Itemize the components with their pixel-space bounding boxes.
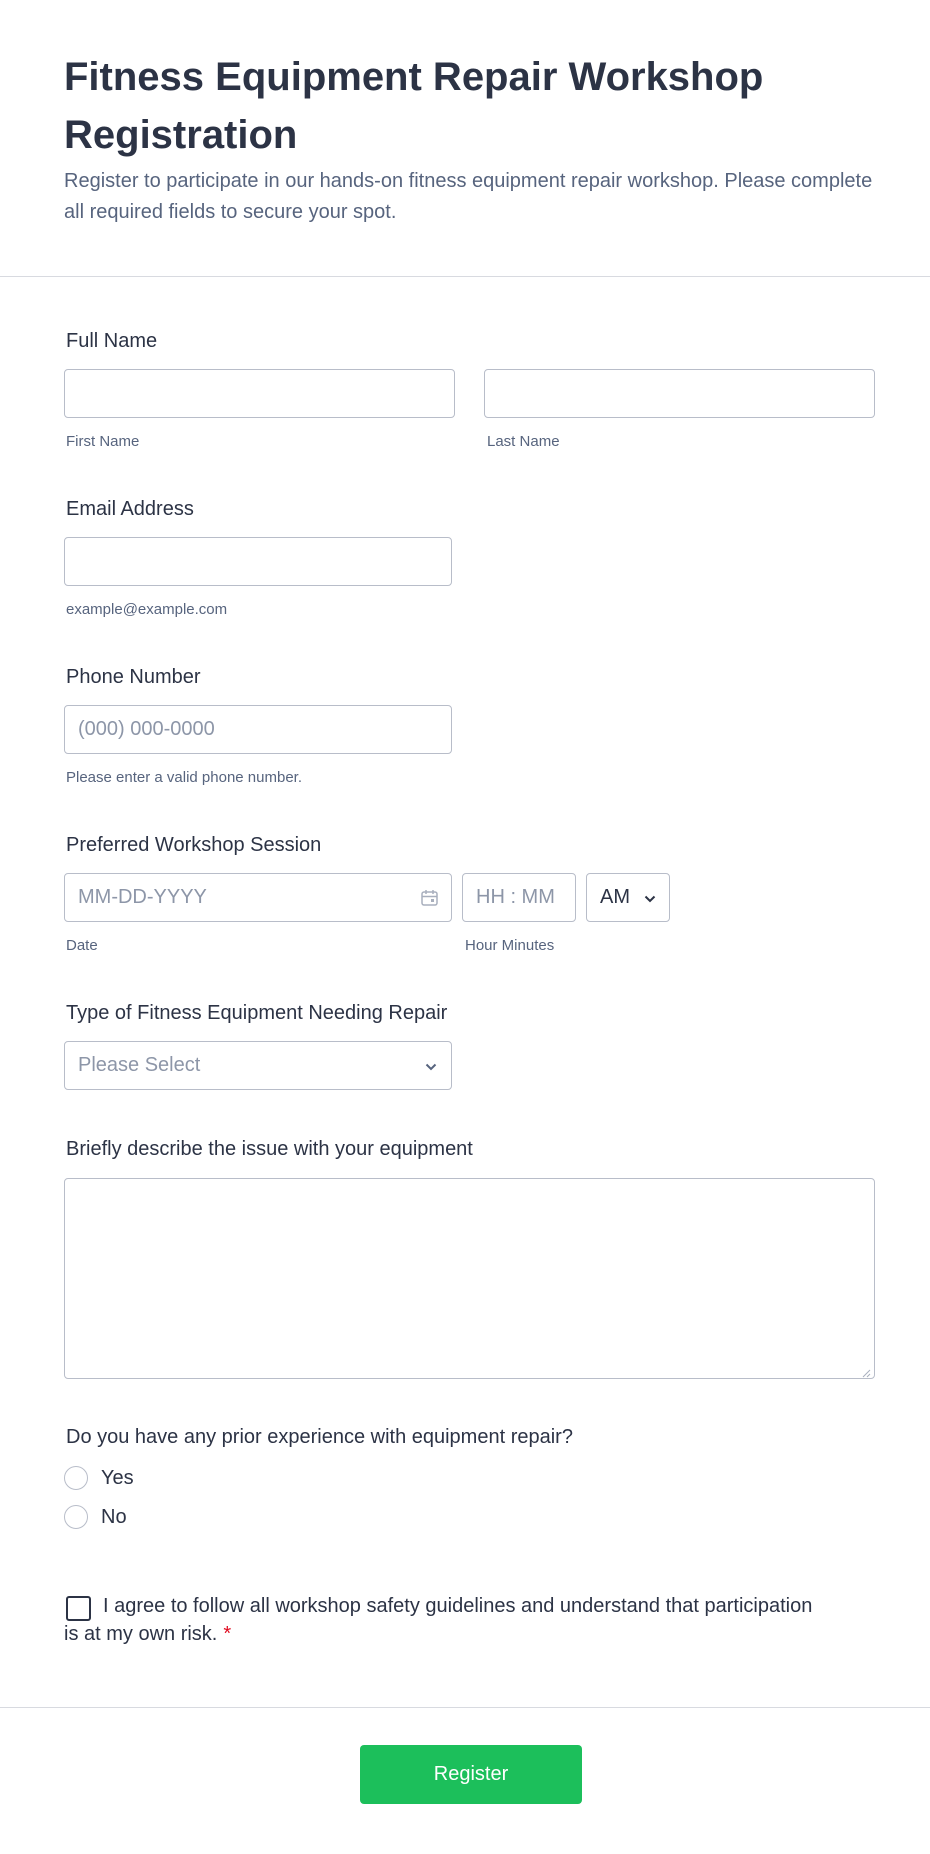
- first-name-sublabel: First Name: [66, 433, 140, 450]
- resize-handle-icon[interactable]: [861, 1365, 871, 1378]
- session-label: Preferred Workshop Session: [66, 834, 322, 856]
- issue-label: Briefly describe the issue with your equ…: [66, 1138, 473, 1160]
- email-sublabel: example@example.com: [66, 601, 228, 618]
- last-name-sublabel: Last Name: [487, 433, 560, 450]
- email-input[interactable]: [64, 537, 452, 586]
- time-placeholder: HH : MM: [476, 886, 555, 908]
- full-name-label: Full Name: [66, 330, 158, 352]
- phone-sublabel: Please enter a valid phone number.: [66, 769, 302, 786]
- calendar-icon[interactable]: [420, 888, 440, 908]
- form-subtitle: Register to participate in our hands-on …: [64, 170, 873, 223]
- required-mark: *: [223, 1623, 232, 1645]
- phone-label: Phone Number: [66, 666, 201, 688]
- last-name-input[interactable]: [484, 369, 875, 418]
- date-input[interactable]: MM-DD-YYYY: [64, 873, 452, 922]
- radio-button[interactable]: [64, 1466, 88, 1490]
- chevron-down-icon: [644, 891, 656, 903]
- form-header: Fitness Equipment Repair Workshop Regist…: [0, 0, 930, 277]
- date-placeholder: MM-DD-YYYY: [78, 886, 207, 908]
- footer-divider: [0, 1707, 930, 1708]
- issue-textarea[interactable]: [64, 1178, 875, 1379]
- equipment-type-select[interactable]: Please Select: [64, 1041, 452, 1090]
- phone-placeholder: (000) 000-0000: [78, 718, 215, 740]
- chevron-down-icon: [425, 1059, 437, 1071]
- date-sublabel: Date: [66, 937, 98, 954]
- phone-input[interactable]: (000) 000-0000: [64, 705, 452, 754]
- email-label: Email Address: [66, 498, 194, 520]
- radio-label: Yes: [101, 1467, 134, 1489]
- agreement-text: I agree to follow all workshop safety gu…: [64, 1592, 824, 1648]
- radio-button[interactable]: [64, 1505, 88, 1529]
- register-button[interactable]: Register: [360, 1745, 582, 1804]
- agreement-label: I agree to follow all workshop safety gu…: [64, 1595, 813, 1645]
- time-input[interactable]: HH : MM: [462, 873, 576, 922]
- time-sublabel: Hour Minutes: [465, 937, 555, 954]
- ampm-value: AM: [600, 886, 630, 908]
- form-title: Fitness Equipment Repair Workshop Regist…: [64, 55, 764, 157]
- ampm-select[interactable]: AM: [586, 873, 670, 922]
- equipment-type-placeholder: Please Select: [78, 1054, 201, 1076]
- first-name-input[interactable]: [64, 369, 455, 418]
- equipment-type-label: Type of Fitness Equipment Needing Repair: [66, 1002, 448, 1024]
- experience-label: Do you have any prior experience with eq…: [66, 1426, 573, 1448]
- radio-label: No: [101, 1506, 127, 1528]
